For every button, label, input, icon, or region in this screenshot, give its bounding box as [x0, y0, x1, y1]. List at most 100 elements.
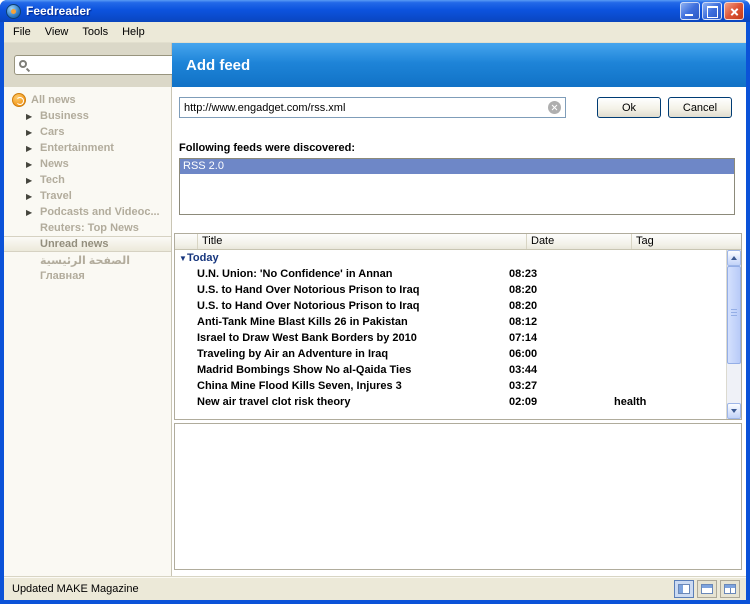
news-row[interactable]: New air travel clot risk theory 02:09 he… [175, 394, 741, 410]
feed-tree-item[interactable]: All news [4, 92, 171, 108]
scrollbar-track[interactable] [727, 266, 741, 403]
feed-tree-item[interactable]: ▶ Tech [4, 172, 171, 188]
news-date: 06:00 [505, 348, 610, 360]
feed-tree-item[interactable]: Reuters: Top News [4, 220, 171, 236]
menu-item[interactable]: File [6, 24, 38, 40]
news-date: 08:12 [505, 316, 610, 328]
main-panel: Add feed Ok Cancel Following feeds were … [172, 43, 746, 576]
window-controls [680, 2, 744, 20]
status-text: Updated MAKE Magazine [8, 583, 674, 595]
arrow-down-icon [731, 409, 737, 413]
news-date: 08:20 [505, 300, 610, 312]
news-date: 02:09 [505, 396, 610, 408]
expand-arrow-icon: ▶ [26, 128, 40, 137]
minimize-button[interactable] [680, 2, 700, 20]
expand-arrow-icon: ▶ [26, 160, 40, 169]
app-icon [6, 4, 21, 19]
cancel-button[interactable]: Cancel [668, 97, 732, 118]
news-date: 03:27 [505, 380, 610, 392]
feed-label: Главная [40, 270, 85, 282]
news-title: U.S. to Hand Over Notorious Prison to Ir… [175, 300, 505, 312]
search-box[interactable] [14, 55, 178, 75]
feed-tree: All news ▶ Business ▶ Cars ▶ Ent [4, 87, 171, 576]
expand-arrow-icon: ▶ [26, 192, 40, 201]
feed-label: Podcasts and Videoc... [40, 206, 160, 218]
add-feed-content: Ok Cancel Following feeds were discovere… [172, 87, 746, 576]
news-title: Anti-Tank Mine Blast Kills 26 in Pakista… [175, 316, 505, 328]
feed-url-field[interactable] [179, 97, 566, 118]
news-title: U.S. to Hand Over Notorious Prison to Ir… [175, 284, 505, 296]
feed-label: Cars [40, 126, 64, 138]
view-toggle-split-horizontal-icon[interactable] [697, 580, 717, 598]
view-toggle-group [674, 580, 742, 598]
search-input[interactable] [31, 59, 173, 71]
feed-label: Travel [40, 190, 72, 202]
all-news-icon [12, 93, 26, 107]
news-row[interactable]: U.N. Union: 'No Confidence' in Annan 08:… [175, 266, 741, 282]
news-table-header: Title Date Tag [175, 234, 741, 250]
news-row[interactable]: Anti-Tank Mine Blast Kills 26 in Pakista… [175, 314, 741, 330]
collapse-arrow-icon[interactable]: ▼ [175, 254, 187, 263]
feed-tree-item[interactable]: ▶ Business [4, 108, 171, 124]
feed-tree-item[interactable]: Главная [4, 268, 171, 284]
page-title-bar: Add feed [172, 43, 746, 87]
maximize-button[interactable] [702, 2, 722, 20]
news-row[interactable]: U.S. to Hand Over Notorious Prison to Ir… [175, 282, 741, 298]
feed-label: Tech [40, 174, 65, 186]
view-toggle-split-vertical-icon[interactable] [674, 580, 694, 598]
scroll-up-button[interactable] [727, 250, 741, 266]
news-title: Madrid Bombings Show No al-Qaida Ties [175, 364, 505, 376]
split-horizontal-glyph [701, 584, 713, 594]
menu-item[interactable]: View [38, 24, 76, 40]
feed-label: Business [40, 110, 89, 122]
sidebar-search-area [4, 43, 171, 87]
feed-label: Reuters: Top News [40, 222, 139, 234]
feed-tree-item[interactable]: ▶ Podcasts and Videoc... [4, 204, 171, 220]
feed-url-input[interactable] [184, 102, 548, 114]
news-tag: health [610, 396, 741, 408]
news-row[interactable]: Israel to Draw West Bank Borders by 2010… [175, 330, 741, 346]
ok-button[interactable]: Ok [597, 97, 661, 118]
scrollbar-thumb[interactable] [727, 266, 741, 364]
scrollbar[interactable] [726, 250, 741, 419]
clear-input-icon[interactable] [548, 101, 561, 114]
news-row[interactable]: U.S. to Hand Over Notorious Prison to Ir… [175, 298, 741, 314]
feed-tree-item[interactable]: ▶ Entertainment [4, 140, 171, 156]
news-title: New air travel clot risk theory [175, 396, 505, 408]
news-date: 07:14 [505, 332, 610, 344]
split-vertical-glyph [678, 584, 690, 594]
window-body: All news ▶ Business ▶ Cars ▶ Ent [4, 43, 746, 576]
news-title: China Mine Flood Kills Seven, Injures 3 [175, 380, 505, 392]
feed-tree-item[interactable]: Unread news [4, 236, 171, 252]
feed-tree-item[interactable]: ▶ Travel [4, 188, 171, 204]
menu-item[interactable]: Tools [75, 24, 115, 40]
column-header-date[interactable]: Date [527, 234, 632, 249]
column-header-tag[interactable]: Tag [632, 234, 741, 249]
titlebar[interactable]: Feedreader [0, 0, 750, 22]
group-label: Today [187, 252, 219, 264]
feed-label: News [40, 158, 69, 170]
grid-glyph [724, 584, 736, 594]
feed-tree-item[interactable]: الصفحة الرئيسية [4, 252, 171, 268]
view-toggle-grid-icon[interactable] [720, 580, 740, 598]
news-row[interactable]: China Mine Flood Kills Seven, Injures 3 … [175, 378, 741, 394]
group-row-today[interactable]: ▼ Today [175, 250, 741, 266]
search-icon [19, 60, 27, 68]
news-table-body: ▼ Today U.N. Union: 'No Confidence' in A… [175, 250, 741, 419]
arrow-up-icon [731, 256, 737, 260]
column-header-title[interactable]: Title [197, 234, 527, 249]
close-button[interactable] [724, 2, 744, 20]
discovered-feed-item[interactable]: RSS 2.0 [180, 159, 734, 174]
news-row[interactable]: Madrid Bombings Show No al-Qaida Ties 03… [175, 362, 741, 378]
feedreader-window: Feedreader FileViewToolsHelp [0, 0, 750, 604]
feed-tree-item[interactable]: ▶ Cars [4, 124, 171, 140]
news-date: 08:20 [505, 284, 610, 296]
menu-item[interactable]: Help [115, 24, 152, 40]
menubar: FileViewToolsHelp [4, 22, 746, 43]
news-title: U.N. Union: 'No Confidence' in Annan [175, 268, 505, 280]
news-row[interactable]: Traveling by Air an Adventure in Iraq 06… [175, 346, 741, 362]
scroll-down-button[interactable] [727, 403, 741, 419]
feed-tree-item[interactable]: ▶ News [4, 156, 171, 172]
feed-label: Unread news [40, 238, 108, 250]
column-header-expander [175, 234, 197, 249]
